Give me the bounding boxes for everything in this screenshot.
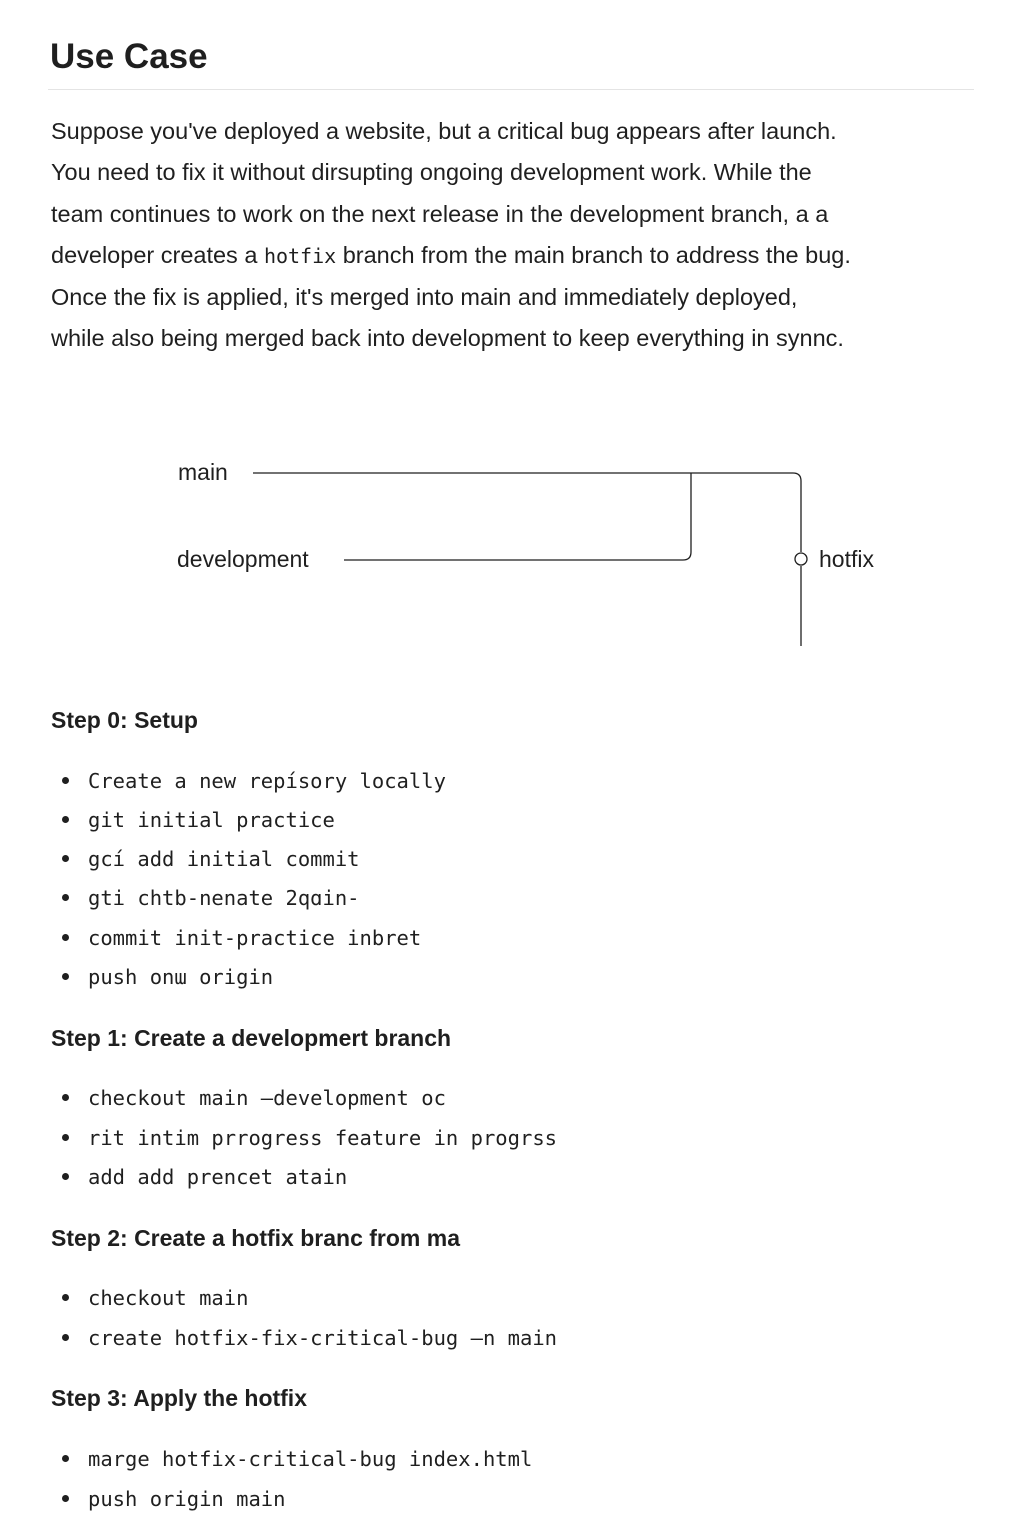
step-3-heading: Step 3: Apply the hotfix xyxy=(51,1385,307,1411)
item-text: push onɯ origin xyxy=(88,965,274,989)
main-line xyxy=(253,472,802,552)
list-item: push onɯ origin xyxy=(62,963,273,991)
list-item: push origin main xyxy=(62,1485,285,1513)
hotfix-commit-node xyxy=(794,552,808,566)
item-text: git initial practice xyxy=(88,808,335,832)
list-item: gcí add initial commit xyxy=(62,845,360,873)
bullet-icon xyxy=(62,1333,69,1341)
item-text: gcí add initial commit xyxy=(88,847,360,871)
list-item: Create a new repísory locally xyxy=(62,767,446,795)
step-2-heading: Step 2: Create a hotfix branc from ma xyxy=(51,1225,460,1251)
bullet-icon xyxy=(62,933,69,941)
list-item: marge hotfix-critical-bug index.html xyxy=(62,1445,532,1473)
list-item: add add prencet atain xyxy=(62,1163,347,1191)
item-text: gti chtb-nenate 2qɑin- xyxy=(88,886,360,910)
bullet-icon xyxy=(62,1454,69,1462)
list-item: rit intim prrogress feature in progrss xyxy=(62,1124,557,1152)
bullet-icon xyxy=(62,1093,69,1101)
item-text: push origin main xyxy=(88,1487,286,1511)
list-item: git initial practice xyxy=(62,806,335,834)
item-text: Create a new repísory locally xyxy=(88,769,446,793)
development-line xyxy=(344,473,692,561)
bullet-icon xyxy=(62,1293,69,1301)
bullet-icon xyxy=(62,893,69,901)
list-item: commit init-practice inbret xyxy=(62,924,421,952)
item-text: checkout main —development oc xyxy=(88,1086,446,1110)
item-text: create hotfix-fix-critical-bug —n main xyxy=(88,1326,557,1350)
bullet-icon xyxy=(62,776,69,784)
bullet-icon xyxy=(62,1494,69,1502)
item-text: rit intim prrogress feature in progrss xyxy=(88,1126,557,1150)
bullet-icon xyxy=(62,972,69,980)
list-item: checkout main xyxy=(62,1284,248,1312)
step-1-heading: Step 1: Create a developmert branch xyxy=(51,1025,452,1051)
bullet-icon xyxy=(62,1133,69,1141)
item-text: add add prencet atain xyxy=(88,1165,348,1189)
step-0-heading: Step 0: Setup xyxy=(51,707,198,733)
bullet-icon xyxy=(62,815,69,823)
item-text: marge hotfix-critical-bug index.html xyxy=(88,1447,533,1471)
item-text: commit init-practice inbret xyxy=(88,926,422,950)
list-item: checkout main —development oc xyxy=(62,1084,446,1112)
list-item: create hotfix-fix-critical-bug —n main xyxy=(62,1324,557,1352)
branch-lines xyxy=(253,472,808,646)
list-item: gti chtb-nenate 2qɑin- xyxy=(62,884,360,912)
bullet-icon xyxy=(62,854,69,862)
bullet-icon xyxy=(62,1172,69,1180)
item-text: checkout main xyxy=(88,1286,249,1310)
